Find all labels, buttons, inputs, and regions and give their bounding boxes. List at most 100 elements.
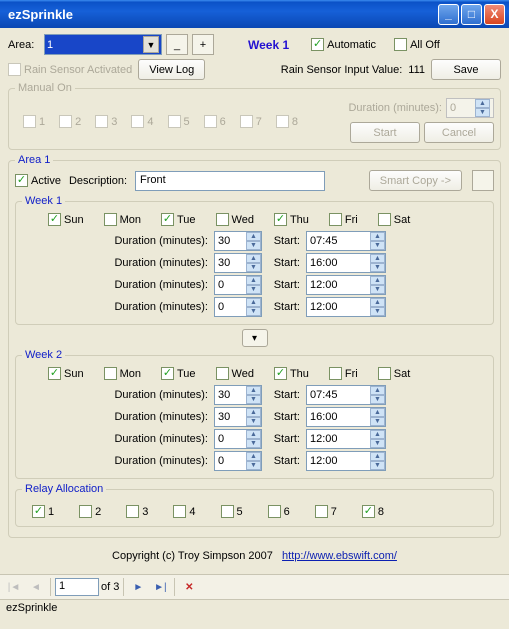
active-checkbox[interactable]: Active [15,174,61,187]
checkbox-icon [8,63,21,76]
nav-prev-button: ◄ [26,578,46,596]
automatic-checkbox[interactable]: Automatic [311,38,376,51]
duration-input[interactable]: 0▲▼ [214,451,262,471]
view-log-button[interactable]: View Log [138,59,205,80]
description-input[interactable]: Front [135,171,325,191]
duration-input[interactable]: 30▲▼ [214,407,262,427]
alloff-checkbox[interactable]: All Off [394,38,440,51]
start-time-input[interactable]: 12:00▲▼ [306,297,386,317]
description-label: Description: [69,175,127,187]
relay-8-checkbox[interactable]: 8 [362,505,384,518]
checkbox-icon [216,213,229,226]
start-time-input[interactable]: 16:00▲▼ [306,253,386,273]
nav-page-input[interactable]: 1 [55,578,99,596]
website-link[interactable]: http://www.ebswift.com/ [282,550,397,562]
day-wed-checkbox[interactable]: Wed [216,213,254,226]
duration-input[interactable]: 30▲▼ [214,231,262,251]
duration-label: Duration (minutes): [108,235,208,247]
nav-first-button: |◄ [4,578,24,596]
checkbox-icon [15,174,28,187]
day-fri-checkbox[interactable]: Fri [329,367,358,380]
day-sun-checkbox[interactable]: Sun [48,367,84,380]
schedule-row: Duration (minutes): 0▲▼ Start: 12:00▲▼ [22,296,487,318]
checkbox-icon [168,115,181,128]
checkbox-icon [394,38,407,51]
checkbox-icon [23,115,36,128]
manual-relay-1: 1 [23,115,45,128]
checkbox-icon [240,115,253,128]
start-time-input[interactable]: 12:00▲▼ [306,275,386,295]
maximize-button[interactable]: □ [461,4,482,25]
smart-copy-target-button[interactable] [472,170,494,191]
relay-5-checkbox[interactable]: 5 [221,505,243,518]
nav-last-button[interactable]: ►| [150,578,170,596]
manual-relay-8: 8 [276,115,298,128]
minimize-button[interactable]: _ [438,4,459,25]
checkbox-icon [204,115,217,128]
day-thu-checkbox[interactable]: Thu [274,367,309,380]
manual-cancel-button: Cancel [424,122,494,143]
start-time-input[interactable]: 07:45▲▼ [306,231,386,251]
duration-input[interactable]: 0▲▼ [214,275,262,295]
day-sat-checkbox[interactable]: Sat [378,213,411,226]
day-mon-checkbox[interactable]: Mon [104,213,141,226]
area1-legend: Area 1 [15,154,53,166]
start-time-input[interactable]: 12:00▲▼ [306,451,386,471]
start-label: Start: [272,411,300,423]
checkbox-icon [32,505,45,518]
day-mon-checkbox[interactable]: Mon [104,367,141,380]
duration-label: Duration (minutes): [108,411,208,423]
day-wed-checkbox[interactable]: Wed [216,367,254,380]
start-time-input[interactable]: 07:45▲▼ [306,385,386,405]
nav-delete-button[interactable]: ✕ [179,578,199,596]
schedule-row: Duration (minutes): 30▲▼ Start: 07:45▲▼ [22,230,487,252]
start-label: Start: [272,433,300,445]
day-tue-checkbox[interactable]: Tue [161,213,196,226]
day-sat-checkbox[interactable]: Sat [378,367,411,380]
checkbox-icon [161,213,174,226]
duration-label: Duration (minutes): [108,455,208,467]
checkbox-icon [48,213,61,226]
schedule-row: Duration (minutes): 0▲▼ Start: 12:00▲▼ [22,450,487,472]
nav-next-button[interactable]: ► [128,578,148,596]
manual-relay-2: 2 [59,115,81,128]
start-label: Start: [272,301,300,313]
add-area-button[interactable]: + [192,34,214,55]
collapse-button[interactable]: ▾ [242,329,268,347]
checkbox-icon [276,115,289,128]
relay-1-checkbox[interactable]: 1 [32,505,54,518]
relay-6-checkbox[interactable]: 6 [268,505,290,518]
record-navigator: |◄ ◄ 1 of 3 ► ►| ✕ [0,574,509,599]
duration-input[interactable]: 0▲▼ [214,429,262,449]
checkbox-icon [104,367,117,380]
close-button[interactable]: X [484,4,505,25]
start-label: Start: [272,257,300,269]
checkbox-icon [48,367,61,380]
relay-7-checkbox[interactable]: 7 [315,505,337,518]
checkbox-icon [95,115,108,128]
duration-label: Duration (minutes): [108,279,208,291]
start-time-input[interactable]: 16:00▲▼ [306,407,386,427]
save-button[interactable]: Save [431,59,501,80]
start-label: Start: [272,279,300,291]
duration-input[interactable]: 30▲▼ [214,253,262,273]
checkbox-icon [126,505,139,518]
schedule-row: Duration (minutes): 0▲▼ Start: 12:00▲▼ [22,274,487,296]
remove-area-button[interactable]: _ [166,34,188,55]
start-time-input[interactable]: 12:00▲▼ [306,429,386,449]
duration-input[interactable]: 30▲▼ [214,385,262,405]
area-select[interactable]: 1 ▼ [44,34,162,55]
day-fri-checkbox[interactable]: Fri [329,213,358,226]
day-thu-checkbox[interactable]: Thu [274,213,309,226]
window-title: ezSprinkle [4,7,436,22]
copyright: Copyright (c) Troy Simpson 2007 http://w… [8,542,501,566]
duration-input[interactable]: 0▲▼ [214,297,262,317]
relay-3-checkbox[interactable]: 3 [126,505,148,518]
relay-2-checkbox[interactable]: 2 [79,505,101,518]
start-label: Start: [272,389,300,401]
duration-label: Duration (minutes): [108,389,208,401]
day-sun-checkbox[interactable]: Sun [48,213,84,226]
schedule-row: Duration (minutes): 0▲▼ Start: 12:00▲▼ [22,428,487,450]
day-tue-checkbox[interactable]: Tue [161,367,196,380]
relay-4-checkbox[interactable]: 4 [173,505,195,518]
